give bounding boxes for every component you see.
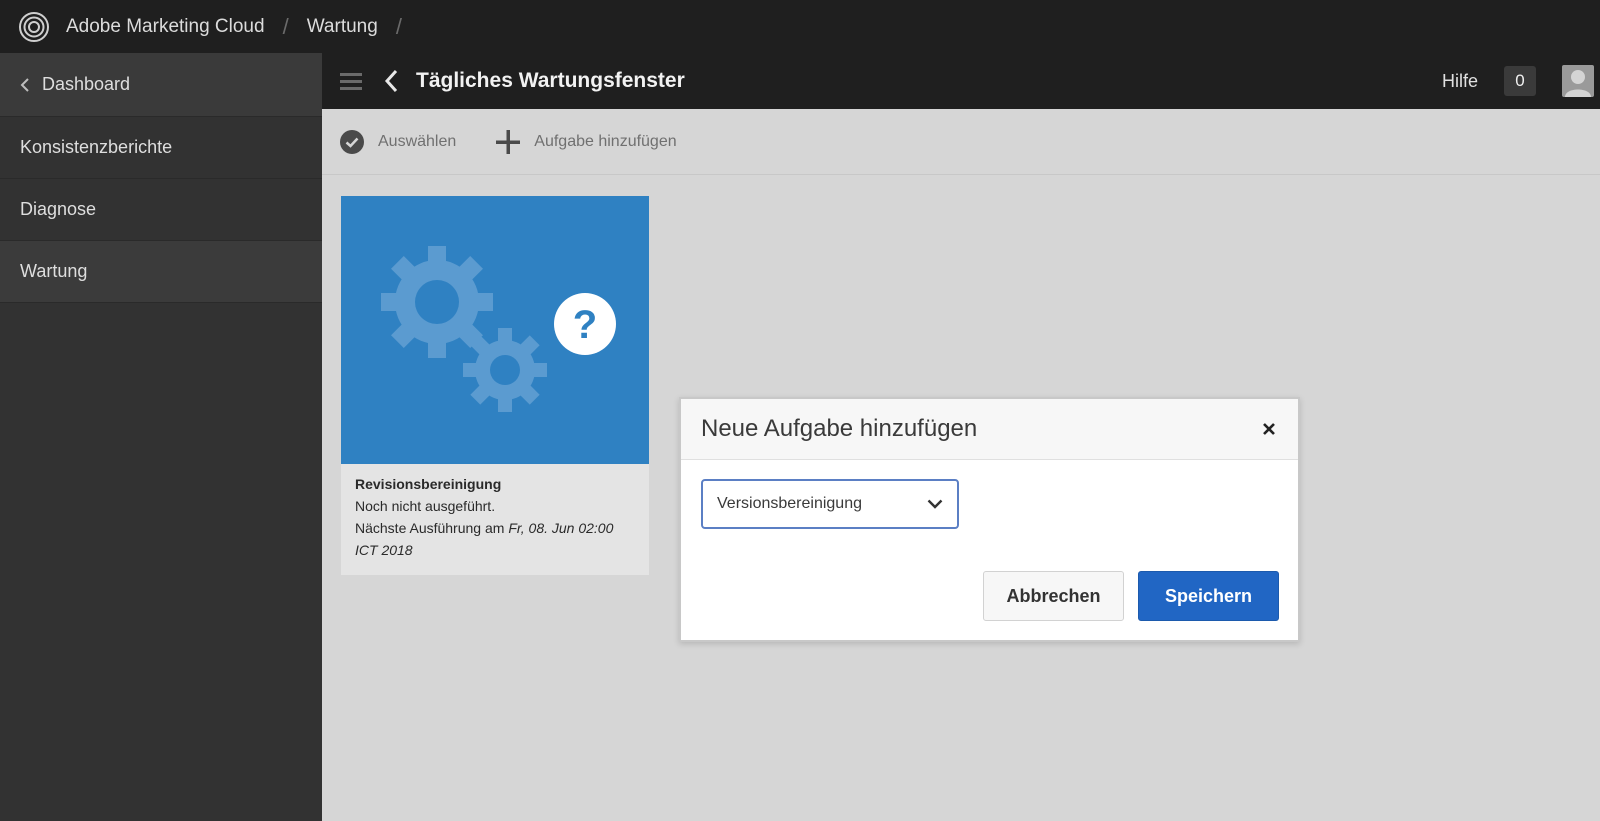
chevron-down-icon bbox=[927, 499, 943, 509]
adobe-logo-icon[interactable] bbox=[18, 11, 50, 43]
hamburger-menu-icon[interactable] bbox=[340, 71, 362, 91]
sidebar-item-label: Wartung bbox=[20, 261, 88, 281]
sidebar: Dashboard Konsistenzberichte Diagnose Wa… bbox=[0, 53, 322, 821]
card-status: Noch nicht ausgeführt. bbox=[355, 498, 496, 514]
back-arrow-icon[interactable] bbox=[384, 69, 398, 93]
card-next-run: Nächste Ausführung am Fr, 08. Jun 02:00 … bbox=[355, 517, 635, 561]
header-right: Hilfe 0 bbox=[1442, 65, 1600, 97]
select-button[interactable]: Auswählen bbox=[340, 129, 457, 154]
global-nav-bar: Adobe Marketing Cloud / Wartung / bbox=[0, 0, 1600, 53]
gears-question-icon: ? bbox=[381, 246, 616, 412]
sidebar-item-label: Diagnose bbox=[20, 199, 97, 219]
sidebar-item-konsistenzberichte[interactable]: Konsistenzberichte bbox=[0, 117, 322, 179]
sidebar-back-label: Dashboard bbox=[42, 74, 131, 94]
cancel-button[interactable]: Abbrechen bbox=[983, 571, 1124, 621]
breadcrumb-wartung[interactable]: Wartung bbox=[307, 16, 378, 38]
check-circle-icon bbox=[340, 129, 364, 154]
sidebar-item-diagnose[interactable]: Diagnose bbox=[0, 179, 322, 241]
page-title: Tägliches Wartungsfenster bbox=[416, 69, 685, 92]
select-label: Auswählen bbox=[378, 132, 457, 150]
save-button[interactable]: Speichern bbox=[1138, 571, 1279, 621]
add-task-dialog: Neue Aufgabe hinzufügen Versionsbereinig… bbox=[679, 397, 1300, 642]
dialog-title: Neue Aufgabe hinzufügen bbox=[701, 415, 978, 442]
card-body: Revisionsbereinigung Noch nicht ausgefüh… bbox=[341, 464, 649, 570]
card-thumbnail: ? bbox=[341, 196, 649, 464]
app-name-link[interactable]: Adobe Marketing Cloud bbox=[66, 16, 265, 38]
select-value: Versionsbereinigung bbox=[717, 495, 862, 512]
task-type-select[interactable]: Versionsbereinigung bbox=[701, 479, 959, 529]
page-header: Tägliches Wartungsfenster Hilfe 0 bbox=[322, 53, 1600, 109]
sidebar-item-label: Konsistenzberichte bbox=[20, 137, 173, 157]
dialog-header: Neue Aufgabe hinzufügen bbox=[681, 399, 1298, 460]
plus-icon bbox=[496, 129, 521, 154]
add-task-label: Aufgabe hinzufügen bbox=[534, 132, 677, 150]
breadcrumb-separator: / bbox=[395, 13, 402, 39]
task-card[interactable]: ? Revisionsbereinigung Noch nicht ausgef… bbox=[341, 196, 649, 575]
sidebar-back-dashboard[interactable]: Dashboard bbox=[0, 53, 322, 117]
user-avatar-icon[interactable] bbox=[1562, 65, 1594, 97]
card-title: Revisionsbereinigung bbox=[355, 476, 502, 492]
svg-text:?: ? bbox=[573, 303, 597, 347]
notification-badge[interactable]: 0 bbox=[1504, 66, 1536, 96]
breadcrumb-separator: / bbox=[282, 13, 289, 39]
add-task-button[interactable]: Aufgabe hinzufügen bbox=[496, 129, 677, 154]
chevron-left-icon bbox=[20, 77, 30, 93]
sidebar-item-wartung[interactable]: Wartung bbox=[0, 241, 322, 303]
help-link[interactable]: Hilfe bbox=[1442, 71, 1478, 92]
close-icon[interactable] bbox=[1258, 418, 1280, 440]
action-bar: Auswählen Aufgabe hinzufügen bbox=[322, 109, 1600, 175]
card-next-prefix: Nächste Ausführung am bbox=[355, 520, 509, 536]
